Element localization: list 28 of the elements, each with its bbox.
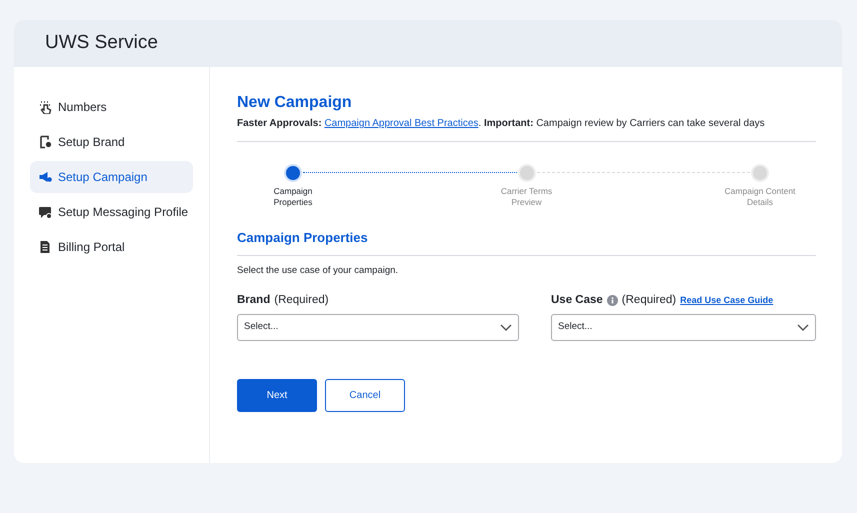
section-description: Select the use case of your campaign. [237, 264, 400, 278]
step-label: Campaign Content Details [724, 186, 796, 208]
next-button[interactable]: Next [237, 379, 317, 412]
select-dropdown[interactable]: Select... [551, 314, 816, 341]
app-title: UWS Service [45, 31, 158, 56]
chevron-down-icon [797, 324, 809, 332]
required-note: (Required) [274, 292, 329, 308]
sidebar-item[interactable]: Setup Brand [30, 126, 193, 158]
sidebar-item[interactable]: Setup Campaign [30, 161, 193, 193]
receipt-icon [38, 240, 52, 254]
section-title: Campaign Properties [237, 228, 816, 256]
sidebar-item[interactable]: Numbers [30, 91, 193, 123]
field-label: Use Case [551, 292, 603, 308]
step-label: Campaign Properties [272, 186, 314, 208]
best-practices-link[interactable]: Campaign Approval Best Practices [324, 118, 478, 129]
cancel-button[interactable]: Cancel [325, 379, 405, 412]
use-case-guide-link[interactable]: Read Use Case Guide [680, 294, 774, 308]
touch-icon [38, 100, 52, 114]
step-label: Carrier Terms Preview [500, 186, 554, 208]
sidebar-item[interactable]: Setup Messaging Profile [30, 196, 193, 228]
notice-text: Faster Approvals: Campaign Approval Best Practices. Important: Campaign review by Carriers can take several days [237, 116, 816, 142]
required-note: (Required) [622, 292, 676, 308]
chevron-down-icon [500, 324, 512, 332]
field-label: Brand [237, 292, 270, 308]
sidebar-item[interactable]: Billing Portal [30, 231, 193, 263]
megaphone-icon [38, 170, 52, 184]
select-dropdown[interactable]: Select... [237, 314, 519, 341]
page-title: New Campaign [237, 93, 353, 113]
